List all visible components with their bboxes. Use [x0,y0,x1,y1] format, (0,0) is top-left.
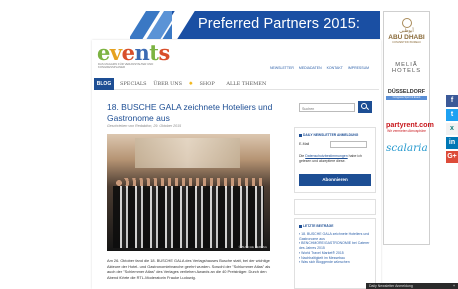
nav-shop[interactable]: ✹ SHOP [189,81,220,87]
topnav-impressum[interactable]: IMPRESSUM [348,66,369,70]
banner-title: Preferred Partners 2015: [198,16,360,32]
partner-duesseldorf[interactable]: DÜSSELDORF Congress Sport & Event [386,89,427,100]
partner-abu-dhabi[interactable]: أبوظبي ABU DHABI CONVENTION BUREAU [386,18,427,44]
search-button[interactable] [358,101,372,113]
partner-partyrent[interactable]: partyrent.com Wir vermieten Atmosphäre [386,120,434,133]
article-body: Am 26. Oktober fand die 18. BUSCHE GALA … [107,258,271,280]
newsletter-widget: DAILY NEWSLETTER ANMELDUNG E-Mail Die Da… [294,127,376,193]
stage-screen [135,138,240,168]
partners-sidebar: أبوظبي ABU DHABI CONVENTION BUREAU MELIÃ… [383,11,434,245]
nav-ueber-uns[interactable]: ÜBER UNS [153,81,182,87]
preferred-partners-banner[interactable]: Preferred Partners 2015: [172,11,380,39]
events-logo[interactable]: events [97,42,170,64]
subscribe-button[interactable]: Abonnieren [299,174,371,186]
top-navigation: NEWSLETTER MEDIADATEN KONTAKT IMPRESSUM [270,66,373,70]
privacy-link[interactable]: Datenschutzbestimmungen [305,154,347,158]
latest-post-item[interactable]: 18. BUSCHE GALA zeichnete Hoteliers und … [299,232,371,241]
main-navigation: BLOG SPECIALS ÜBER UNS ✹ SHOP ALLE THEME… [94,78,379,90]
logo-tagline: DAS MAGAZIN FÜR VERANSTALTER UND KONGRES… [98,62,154,70]
email-field[interactable] [330,141,367,148]
xing-icon[interactable]: x [446,123,458,135]
latest-posts-heading: LETZTE BEITRÄGE [299,224,333,228]
partner-melia[interactable]: MELIÃ HOTELS [386,62,427,74]
nav-specials[interactable]: SPECIALS [120,81,147,87]
article-photo[interactable]: © BUSCHE VERLAG [107,134,270,251]
nav-alle-themen[interactable]: ALLE THEMEN [226,81,266,87]
expand-icon[interactable]: + [453,283,455,289]
banner-stripes [130,11,174,39]
linkedin-icon[interactable]: in [446,137,458,149]
facebook-icon[interactable]: f [446,95,458,107]
latest-post-item[interactable]: BENCHMORE/GASTRONOMIE bei Caterer des Ja… [299,241,371,250]
twitter-icon[interactable]: t [446,109,458,121]
social-share-bar: f t x in G+ [446,95,458,165]
nav-blog[interactable]: BLOG [94,78,114,90]
topnav-kontakt[interactable]: KONTAKT [327,66,343,70]
privacy-consent-text: Die Datenschutzbestimmungen habe ich gel… [299,154,362,163]
latest-post-item[interactable]: Was sich Bloggende wünschen [299,260,371,265]
photo-credit: © BUSCHE VERLAG [238,245,267,249]
empty-widget [294,199,376,215]
abu-dhabi-emblem-icon [401,18,412,28]
crowd [113,186,264,248]
topnav-mediadaten[interactable]: MEDIADATEN [299,66,322,70]
email-label: E-Mail [299,142,310,146]
latest-posts-widget: LETZTE BEITRÄGE 18. BUSCHE GALA zeichnet… [294,218,376,289]
article-title[interactable]: 18. BUSCHE GALA zeichnete Hoteliers und … [107,102,282,123]
search-input[interactable] [299,103,355,112]
newsletter-heading: DAILY NEWSLETTER ANMELDUNG [299,133,358,137]
googleplus-icon[interactable]: G+ [446,151,458,163]
newsletter-signup-bar[interactable]: Daily Newsletter Anmeldung + [366,283,458,289]
sun-icon: ✹ [188,81,193,87]
topnav-newsletter[interactable]: NEWSLETTER [270,66,294,70]
partner-scalaria[interactable]: scalaria [386,142,428,154]
article-meta: Geschrieben von Redaktion, 29. Oktober 2… [107,124,182,128]
